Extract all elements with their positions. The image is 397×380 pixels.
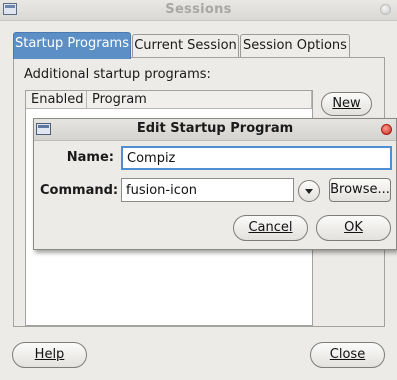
browse-button[interactable]: Browse... (329, 178, 391, 202)
dialog-close-icon[interactable] (381, 124, 392, 135)
tab-startup-programs[interactable]: Startup Programs (13, 32, 131, 59)
startup-programs-label: Additional startup programs: (24, 67, 211, 82)
name-field[interactable] (121, 146, 392, 170)
close-button-label: Close (329, 347, 366, 362)
window-title: Sessions (165, 2, 232, 17)
cancel-button[interactable]: Cancel (233, 215, 308, 241)
command-label: Command: (40, 183, 119, 198)
window-close-icon[interactable] (380, 4, 391, 15)
tab-current-session[interactable]: Current Session (132, 34, 239, 58)
window-titlebar: Sessions (0, 0, 397, 21)
new-button[interactable]: New (321, 92, 372, 116)
cancel-button-label: Cancel (248, 220, 293, 235)
help-button-label: Help (34, 347, 65, 362)
new-button-label: New (332, 96, 361, 111)
command-field[interactable] (121, 178, 294, 202)
dialog-title: Edit Startup Program (136, 121, 294, 136)
close-button[interactable]: Close (310, 342, 385, 368)
column-header-enabled[interactable]: Enabled (26, 91, 87, 109)
command-dropdown-arrow-icon[interactable] (298, 180, 320, 202)
dialog-titlebar: Edit Startup Program (34, 119, 396, 141)
ok-button-label: OK (344, 220, 363, 235)
column-header-program[interactable]: Program (87, 91, 312, 109)
name-label: Name: (66, 150, 114, 165)
help-button[interactable]: Help (12, 342, 87, 368)
tab-session-options[interactable]: Session Options (240, 34, 350, 58)
ok-button[interactable]: OK (316, 215, 391, 241)
edit-startup-program-dialog: Edit Startup Program Name: Command: Brow… (33, 118, 397, 250)
browse-button-label: Browse... (330, 182, 390, 197)
